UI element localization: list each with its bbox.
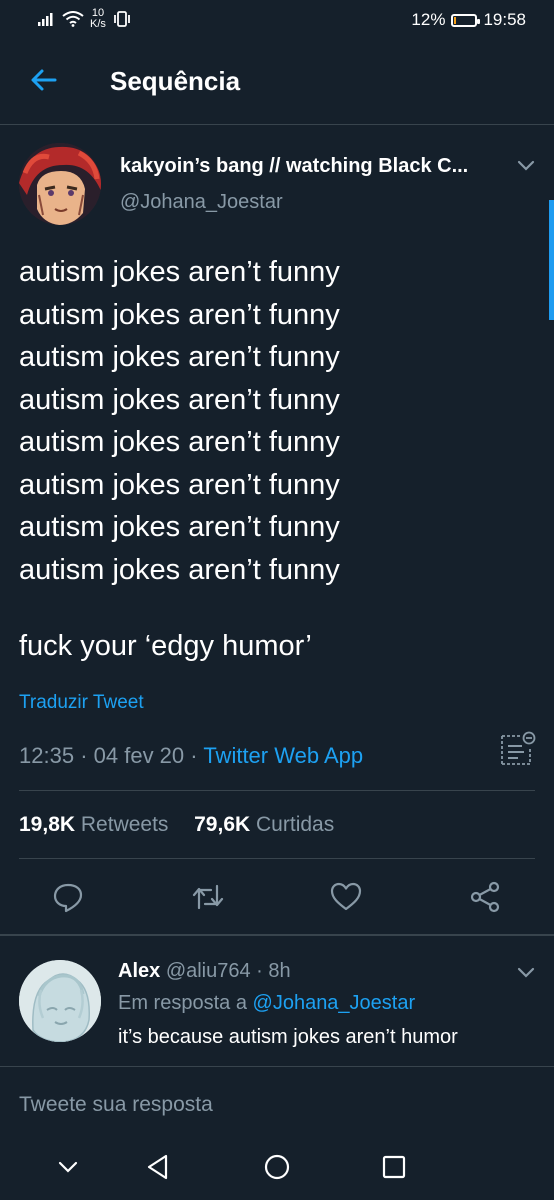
tweet-text-line: autism jokes aren’t funny: [19, 426, 340, 458]
divider: [19, 790, 535, 791]
chevron-down-icon[interactable]: [514, 962, 538, 982]
wifi-icon: [62, 11, 84, 27]
battery-percent: 12%: [411, 10, 446, 29]
home-circle-icon[interactable]: [261, 1151, 293, 1183]
reply-prefix: Em resposta a: [118, 992, 247, 1014]
meta-separator: ·: [80, 743, 94, 768]
network-speed-unit: K/s: [90, 18, 106, 30]
vibrate-icon: [114, 11, 130, 27]
author-handle[interactable]: @Johana_Joestar: [120, 191, 283, 214]
battery-fill: [454, 16, 457, 24]
tweet-text-line: autism jokes aren’t funny: [19, 511, 340, 543]
tweet-text: autism jokes aren’t funny autism jokes a…: [19, 251, 534, 591]
meta-separator: ·: [190, 743, 204, 768]
likes-label: Curtidas: [256, 813, 335, 836]
status-bar: 10 K/s 12% 19:58: [0, 0, 554, 40]
reply-icon[interactable]: [51, 880, 85, 914]
tweet-text-line: autism jokes aren’t funny: [19, 468, 340, 501]
reply-input[interactable]: Tweete sua resposta: [19, 1093, 213, 1117]
tweet-time: 12:35: [19, 743, 75, 768]
tweet-text-line: autism jokes aren’t funny: [19, 341, 340, 373]
system-nav-bar: [0, 1131, 554, 1200]
reply-avatar[interactable]: [19, 960, 101, 1042]
reply-text: it’s because autism jokes aren’t humor: [118, 1026, 458, 1048]
reply-mention-link[interactable]: @Johana_Joestar: [253, 992, 416, 1014]
reply-age: 8h: [268, 960, 291, 982]
tweet-meta: 12:35 · 04 fev 20 · Twitter Web App: [19, 743, 363, 769]
tweet-date: 04 fev 20: [93, 743, 185, 768]
tweet-text-final: fuck your ‘edgy humor’: [19, 630, 312, 662]
back-triangle-icon[interactable]: [142, 1151, 174, 1183]
share-icon[interactable]: [468, 880, 502, 914]
compose-bar: Tweete sua resposta: [0, 1066, 554, 1131]
retweets-stat[interactable]: 19,8K Retweets: [19, 813, 168, 836]
likes-count: 79,6K: [194, 813, 251, 836]
translate-tweet-link[interactable]: Traduzir Tweet: [19, 692, 144, 714]
status-right: 12% 19:58: [411, 10, 526, 30]
tweet-actions: [0, 870, 554, 930]
recents-square-icon[interactable]: [378, 1151, 410, 1183]
tweet-text-line: autism jokes aren’t funny: [19, 383, 340, 416]
meta-separator: ·: [250, 960, 269, 982]
scroll-indicator[interactable]: [549, 200, 554, 320]
tweet-source-link[interactable]: Twitter Web App: [203, 743, 363, 768]
chevron-down-icon[interactable]: [514, 155, 538, 175]
reply-tweet[interactable]: Alex @aliu764 · 8h Em resposta a @Johana…: [0, 942, 554, 1064]
reply-context: Em resposta a @Johana_Joestar: [118, 992, 415, 1015]
avatar[interactable]: [19, 143, 101, 225]
likes-stat[interactable]: 79,6K Curtidas: [194, 813, 334, 836]
signal-icon: [38, 13, 53, 26]
retweets-count: 19,8K: [19, 813, 76, 836]
tweet-text-line: autism jokes aren’t funny: [19, 256, 340, 288]
page-title: Sequência: [110, 66, 241, 96]
author-name[interactable]: kakyoin’s bang // watching Black C...: [120, 155, 495, 178]
analytics-icon[interactable]: [500, 730, 536, 766]
reply-author-name[interactable]: Alex: [118, 960, 160, 982]
retweets-label: Retweets: [80, 813, 169, 836]
tweet-text-line: autism jokes aren’t funny: [19, 553, 340, 586]
divider: [0, 934, 554, 936]
network-speed: 10 K/s: [90, 8, 106, 30]
divider: [19, 858, 535, 859]
reply-header: Alex @aliu764 · 8h: [118, 960, 291, 983]
clock: 19:58: [483, 10, 526, 29]
retweet-icon[interactable]: [191, 880, 225, 914]
nav-header: Sequência: [0, 40, 554, 125]
tweet-text-line: autism jokes aren’t funny: [19, 298, 340, 331]
chevron-down-icon[interactable]: [52, 1151, 84, 1183]
status-left: 10 K/s: [38, 8, 132, 30]
reply-author-handle[interactable]: @aliu764: [166, 960, 251, 982]
like-icon[interactable]: [329, 880, 363, 914]
arrow-left-icon[interactable]: [28, 64, 60, 96]
tweet-stats: 19,8K Retweets 79,6K Curtidas: [19, 813, 334, 837]
battery-icon: [451, 13, 481, 27]
